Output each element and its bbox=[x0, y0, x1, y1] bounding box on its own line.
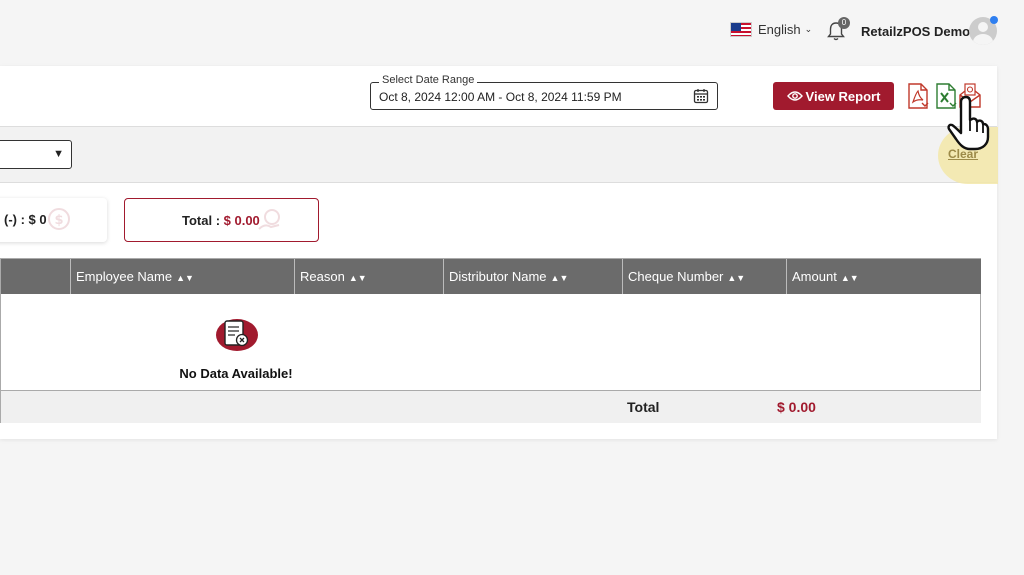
footer-total-label: Total bbox=[627, 399, 660, 415]
pdf-export-icon[interactable] bbox=[906, 83, 930, 109]
column-header-amount[interactable]: Amount ▲▼ bbox=[786, 259, 981, 294]
sort-icon: ▲▼ bbox=[176, 273, 194, 283]
sort-icon: ▲▼ bbox=[727, 273, 746, 283]
dropdown-arrow-icon: ▼ bbox=[53, 148, 64, 160]
notification-badge: 0 bbox=[838, 17, 850, 29]
us-flag-icon bbox=[730, 22, 752, 37]
footer-total-value: $ 0.00 bbox=[777, 399, 816, 415]
online-status-dot bbox=[990, 16, 998, 24]
no-data-icon bbox=[216, 319, 258, 351]
column-header-label: Cheque Number bbox=[628, 269, 724, 284]
column-header-distributor-name[interactable]: Distributor Name ▲▼ bbox=[443, 259, 622, 294]
column-header-label: Reason bbox=[300, 269, 345, 284]
summary-deductions: (-) : $ 0 $ bbox=[0, 198, 107, 242]
column-header-label: Employee Name bbox=[76, 269, 173, 284]
summary-total-value: $ 0.00 bbox=[223, 213, 260, 228]
sort-icon: ▲▼ bbox=[550, 273, 569, 283]
column-header-reason[interactable]: Reason ▲▼ bbox=[294, 259, 443, 294]
column-header-label: Distributor Name bbox=[449, 269, 547, 284]
language-label: English bbox=[758, 22, 801, 37]
view-report-label: View Report bbox=[805, 88, 881, 104]
chevron-down-icon: ⌄ bbox=[804, 24, 813, 34]
hand-coin-watermark-icon bbox=[258, 209, 280, 230]
filter-select[interactable]: ▼ bbox=[0, 140, 72, 169]
table-footer: Total $ 0.00 bbox=[1, 390, 981, 423]
svg-text:$: $ bbox=[54, 213, 63, 228]
empty-state: No Data Available! bbox=[161, 315, 311, 381]
coin-watermark-icon: $ bbox=[48, 208, 70, 230]
top-bar: English ⌄ 0 RetailzPOS Demo bbox=[0, 0, 1024, 62]
summary-total-label: Total : bbox=[182, 213, 224, 228]
summary-deductions-text: (-) : $ 0 bbox=[4, 212, 47, 227]
column-header-label: Amount bbox=[792, 269, 837, 284]
user-name[interactable]: RetailzPOS Demo bbox=[861, 24, 970, 39]
date-range-value: Oct 8, 2024 12:00 AM - Oct 8, 2024 11:59… bbox=[379, 90, 622, 104]
sort-icon: ▲▼ bbox=[348, 273, 367, 283]
sort-icon: ▲▼ bbox=[840, 273, 859, 283]
language-selector[interactable]: English ⌄ bbox=[730, 22, 812, 37]
eye-icon bbox=[786, 91, 803, 101]
date-range-label: Select Date Range bbox=[379, 74, 478, 86]
view-report-button[interactable]: View Report bbox=[773, 82, 894, 110]
summary-total: Total : $ 0.00 bbox=[124, 198, 319, 242]
filter-row: ▼ Clear bbox=[0, 126, 998, 184]
table-header: Employee Name ▲▼ Reason ▲▼ Distributor Nam… bbox=[1, 259, 981, 294]
date-range-field[interactable]: Select Date Range Oct 8, 2024 12:00 AM -… bbox=[370, 74, 718, 110]
pointer-hand-cursor-icon bbox=[947, 95, 990, 151]
summary-total-text: Total : $ 0.00 bbox=[182, 213, 260, 228]
empty-message: No Data Available! bbox=[179, 366, 293, 381]
column-header-cheque-number[interactable]: Cheque Number ▲▼ bbox=[622, 259, 786, 294]
column-header-employee-name[interactable]: Employee Name ▲▼ bbox=[70, 259, 294, 294]
report-card: Select Date Range Oct 8, 2024 12:00 AM -… bbox=[0, 66, 998, 439]
calendar-icon[interactable] bbox=[693, 88, 709, 104]
report-header: Select Date Range Oct 8, 2024 12:00 AM -… bbox=[0, 66, 997, 126]
data-table: Employee Name ▲▼ Reason ▲▼ Distributor Nam… bbox=[0, 258, 981, 423]
